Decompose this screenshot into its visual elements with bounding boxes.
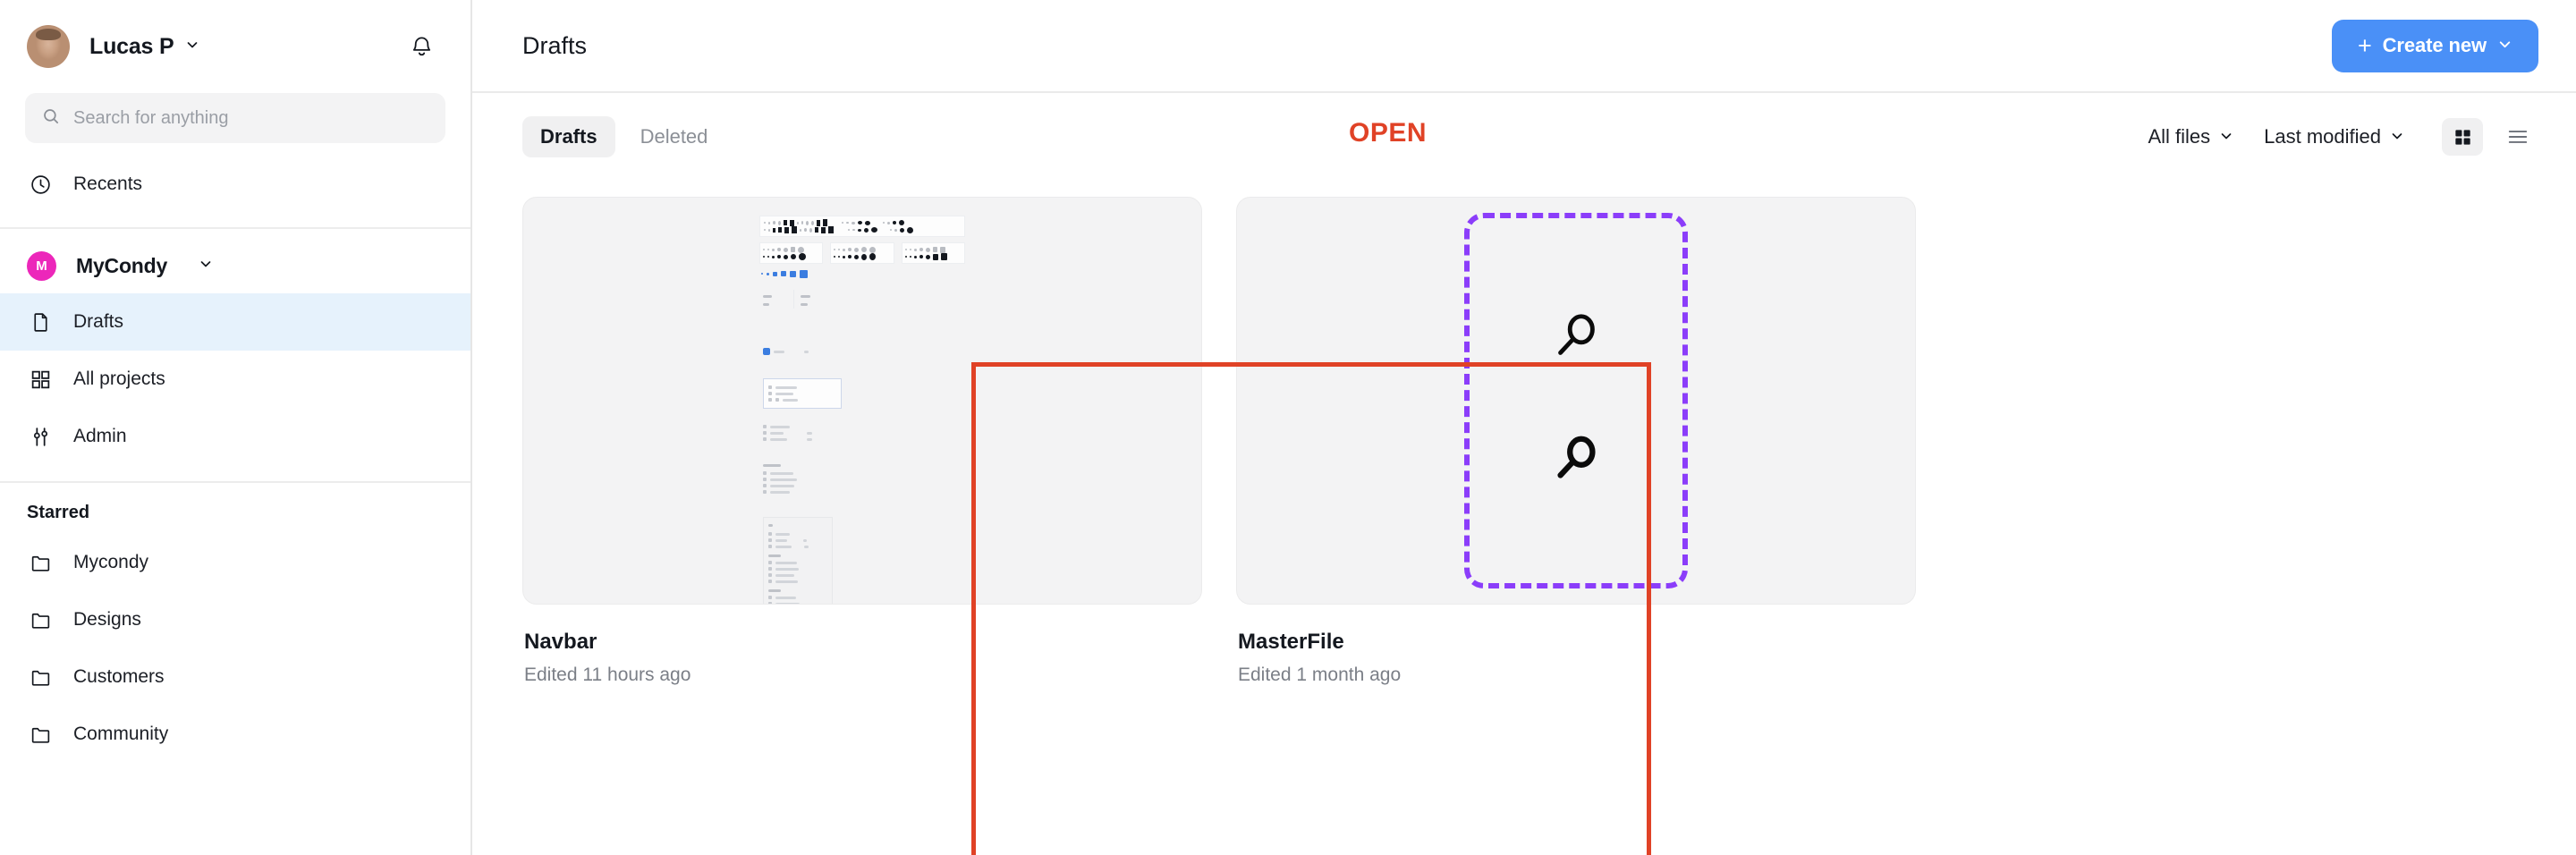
sidebar-item-all-projects[interactable]: All projects	[0, 351, 470, 408]
search-icon	[41, 106, 61, 131]
mockup-blue-row	[761, 269, 965, 278]
view-toggle	[2442, 118, 2538, 156]
sidebar-item-label: Admin	[73, 426, 127, 446]
sidebar-item-mycondy[interactable]: Mycondy	[0, 534, 470, 591]
mockup-icon-row-block	[759, 216, 965, 237]
tabs: Drafts Deleted	[522, 116, 725, 157]
sidebar-item-admin[interactable]: Admin	[0, 408, 470, 465]
mockup-small-panels	[763, 290, 965, 309]
filter-all-files-label: All files	[2148, 125, 2211, 148]
chevron-down-icon	[2497, 34, 2512, 57]
mockup-list-block-2	[763, 425, 965, 441]
sidebar-item-recents[interactable]: Recents	[0, 156, 470, 213]
file-card-masterfile[interactable]: MasterFile Edited 1 month ago	[1236, 197, 1916, 686]
folder-icon	[27, 666, 54, 689]
file-edited-time: Edited 1 month ago	[1238, 665, 1402, 685]
file-icon	[27, 311, 54, 334]
sidebar-item-label: Customers	[73, 666, 165, 687]
tab-deleted[interactable]: Deleted	[623, 116, 726, 157]
starred-section-title: Starred	[27, 503, 90, 522]
chevron-down-icon	[2390, 125, 2404, 148]
toolbar: Drafts Deleted OPEN All files Last modif…	[472, 93, 2576, 181]
workspace-selector[interactable]: M MyCondy	[0, 238, 470, 293]
list-view-icon[interactable]	[2497, 118, 2538, 156]
mockup-icon-columns	[759, 242, 965, 264]
sidebar-item-label: Mycondy	[73, 552, 149, 572]
tab-drafts[interactable]: Drafts	[522, 116, 615, 157]
sidebar-item-label: Recents	[73, 174, 143, 194]
file-edited-time: Edited 11 hours ago	[524, 665, 691, 685]
sidebar-item-label: All projects	[73, 368, 165, 389]
mockup-dropdown-list	[763, 378, 842, 409]
sidebar-item-label: Community	[73, 724, 169, 744]
magnifier-icon	[1548, 309, 1604, 369]
chevron-down-icon	[2219, 125, 2233, 148]
search-box[interactable]	[25, 93, 445, 143]
page-title: Drafts	[522, 31, 588, 59]
file-card-navbar[interactable]: Navbar Edited 11 hours ago	[522, 197, 1202, 686]
sidebar-group-primary: Recents	[0, 143, 470, 227]
workspace-badge: M	[27, 250, 56, 281]
file-thumbnail	[522, 197, 1202, 605]
sidebar-item-customers[interactable]: Customers	[0, 648, 470, 706]
dashed-frame	[1464, 213, 1688, 588]
main-content: Drafts + Create new Drafts Deleted OPEN …	[472, 0, 2576, 855]
sort-last-modified-dropdown[interactable]: Last modified	[2264, 125, 2404, 148]
toolbar-right: All files Last modified	[2148, 118, 2538, 156]
mockup-icon-col	[830, 242, 894, 264]
top-bar: Drafts + Create new	[472, 0, 2576, 93]
sidebar-item-community[interactable]: Community	[0, 706, 470, 763]
thumbnail-mockup	[759, 216, 965, 604]
filter-all-files-dropdown[interactable]: All files	[2148, 125, 2233, 148]
file-grid: Navbar Edited 11 hours ago MasterFile Ed…	[522, 197, 2526, 686]
create-new-button[interactable]: + Create new	[2331, 19, 2538, 72]
sidebar-item-drafts[interactable]: Drafts	[0, 293, 470, 351]
files-area: Navbar Edited 11 hours ago MasterFile Ed…	[472, 181, 2576, 855]
mockup-button-row	[763, 348, 965, 355]
folder-icon	[27, 724, 54, 746]
file-name: Navbar	[524, 630, 597, 654]
plus-icon: +	[2357, 31, 2372, 59]
app-root: Lucas P Search for anything Recents M My…	[0, 0, 2576, 855]
folder-icon	[27, 609, 54, 631]
sidebar-item-label: Designs	[73, 609, 141, 630]
sidebar-item-designs[interactable]: Designs	[0, 591, 470, 648]
search-input[interactable]	[73, 107, 429, 129]
mockup-menu-panel	[763, 517, 833, 604]
file-name: MasterFile	[1238, 630, 1344, 654]
sidebar: Lucas P Search for anything Recents M My…	[0, 0, 472, 855]
chevron-down-icon	[185, 38, 199, 56]
avatar	[27, 25, 70, 68]
search-wrapper	[0, 93, 470, 143]
sort-label: Last modified	[2264, 125, 2381, 148]
folder-icon	[27, 552, 54, 574]
clock-icon	[27, 174, 54, 196]
user-name: Lucas P	[89, 33, 174, 59]
annotation-open-label: OPEN	[1349, 118, 1428, 148]
mockup-icon-col	[901, 242, 965, 264]
create-new-label: Create new	[2382, 34, 2487, 56]
sidebar-user-row[interactable]: Lucas P	[0, 0, 470, 93]
grid-view-icon[interactable]	[2442, 118, 2483, 156]
sliders-icon	[27, 426, 54, 448]
sidebar-item-label: Drafts	[73, 311, 124, 332]
sidebar-divider	[0, 227, 470, 229]
chevron-down-icon	[199, 257, 213, 275]
grid-icon	[27, 368, 54, 391]
workspace-name: MyCondy	[76, 253, 168, 277]
mockup-icon-col	[759, 242, 824, 264]
mockup-list-block-3	[763, 464, 965, 494]
file-thumbnail	[1236, 197, 1916, 605]
bell-icon[interactable]	[404, 30, 438, 63]
magnifier-icon	[1548, 432, 1604, 492]
